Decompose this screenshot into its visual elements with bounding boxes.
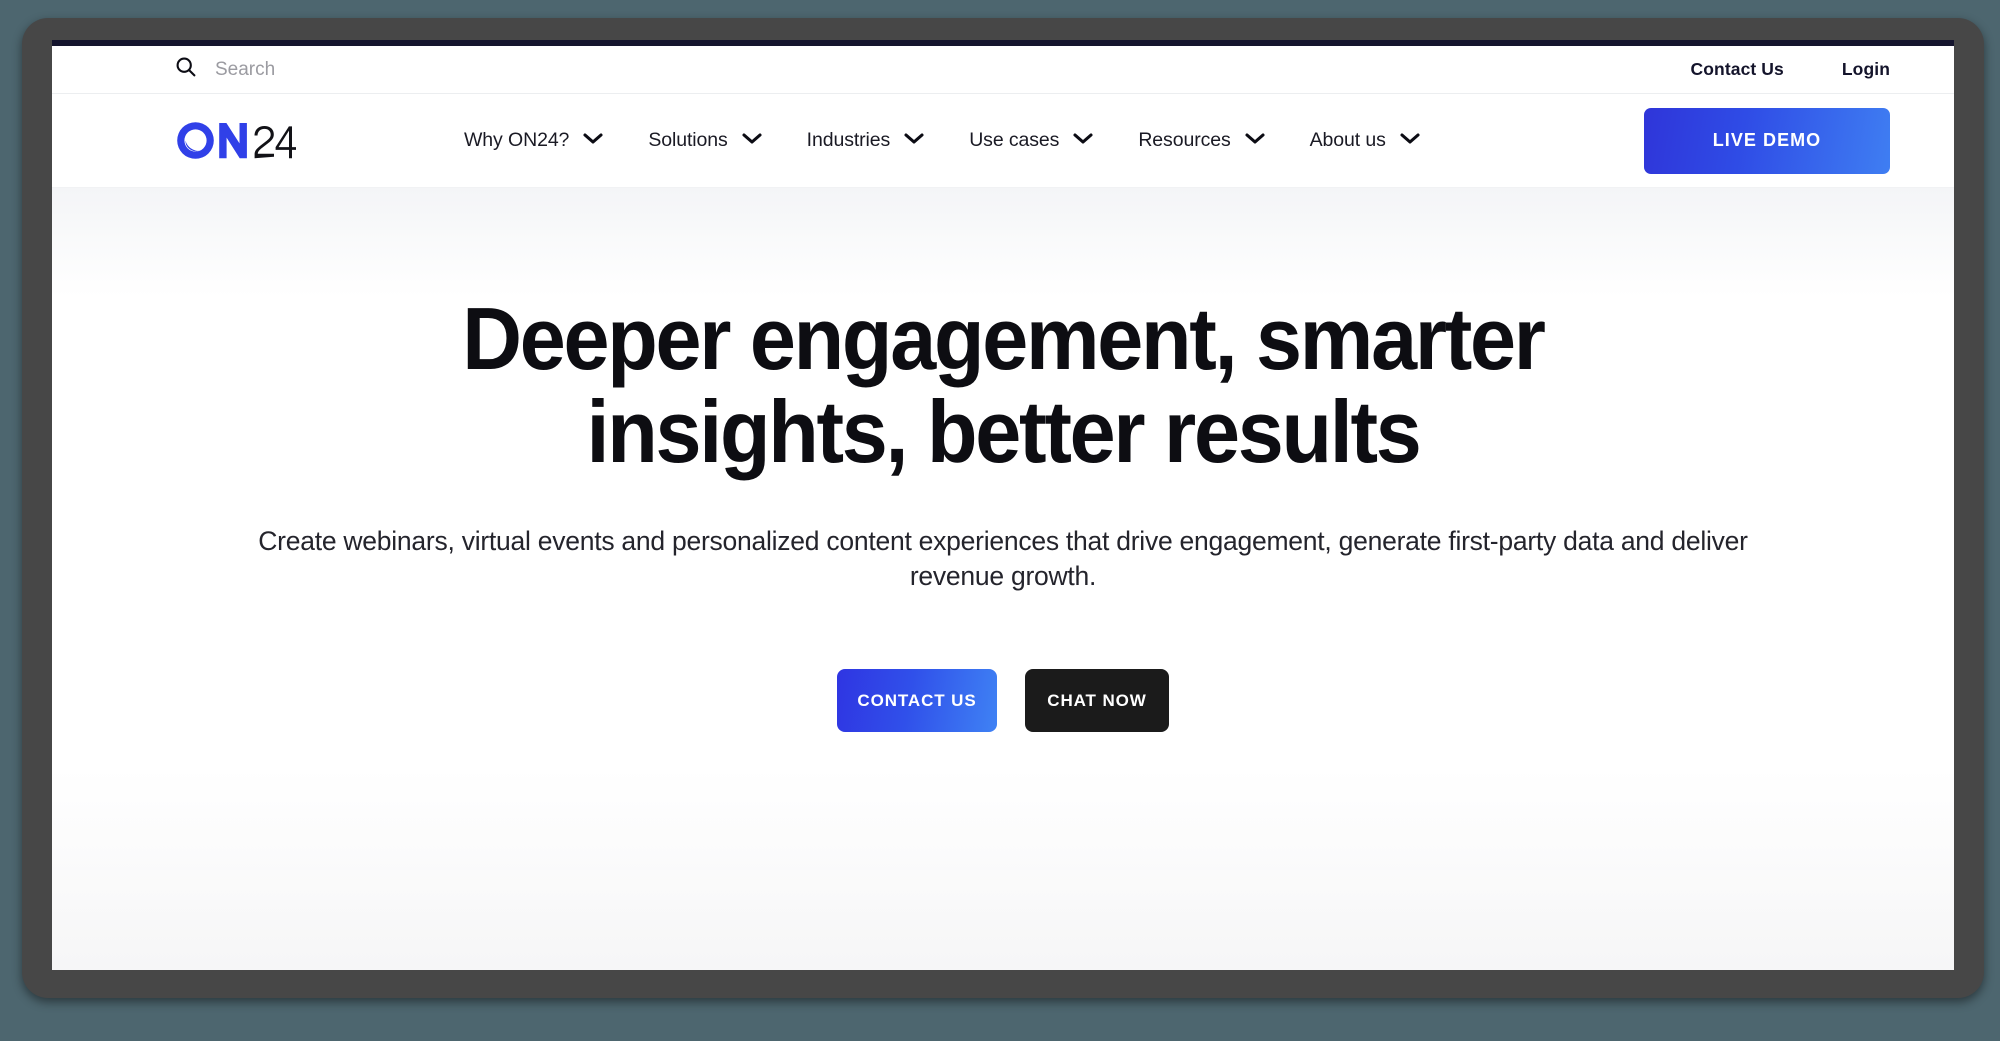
nav-item-industries[interactable]: Industries (785, 129, 948, 152)
nav-items: Why ON24? Solutions Industries Use cases… (442, 129, 1443, 152)
nav-item-label: Solutions (648, 129, 728, 151)
nav-item-resources[interactable]: Resources (1116, 129, 1287, 152)
chevron-down-icon (582, 131, 604, 150)
device-frame: Contact Us Login (22, 18, 1984, 998)
nav-item-label: Industries (806, 129, 891, 151)
search-icon[interactable] (174, 55, 198, 84)
nav-item-label: Resources (1138, 129, 1231, 151)
utility-links: Contact Us Login (1691, 59, 1891, 80)
nav-item-label: Why ON24? (464, 129, 570, 151)
chevron-down-icon (741, 131, 763, 150)
page-title: Deeper engagement, smarter insights, bet… (462, 289, 1546, 482)
nav-item-solutions[interactable]: Solutions (626, 129, 784, 152)
live-demo-button[interactable]: LIVE DEMO (1644, 107, 1890, 174)
chevron-down-icon (1244, 131, 1266, 150)
search-group[interactable] (174, 55, 1691, 84)
nav-item-label: About us (1309, 129, 1386, 151)
nav-item-use-cases[interactable]: Use cases (947, 129, 1116, 152)
hero-subtitle: Create webinars, virtual events and pers… (258, 525, 1748, 592)
chat-now-button[interactable]: CHAT NOW (1025, 669, 1169, 733)
nav-item-label: Use cases (969, 129, 1060, 151)
hero-cta-group: CONTACT US CHAT NOW (52, 669, 1954, 733)
contact-us-button[interactable]: CONTACT US (837, 669, 997, 733)
utility-link-contact-us[interactable]: Contact Us (1691, 59, 1784, 80)
hero-section: Deeper engagement, smarter insights, bet… (52, 188, 1954, 970)
search-input[interactable] (215, 58, 555, 81)
browser-viewport: Contact Us Login (52, 40, 1954, 970)
on24-logo[interactable] (174, 119, 296, 163)
nav-item-about-us[interactable]: About us (1288, 129, 1443, 152)
nav-item-why-on24[interactable]: Why ON24? (442, 129, 626, 152)
chevron-down-icon (1399, 131, 1421, 150)
utility-link-login[interactable]: Login (1842, 59, 1890, 80)
chevron-down-icon (1072, 131, 1094, 150)
main-navigation: Why ON24? Solutions Industries Use cases… (52, 94, 1954, 188)
chevron-down-icon (903, 131, 925, 150)
utility-bar: Contact Us Login (52, 46, 1954, 94)
